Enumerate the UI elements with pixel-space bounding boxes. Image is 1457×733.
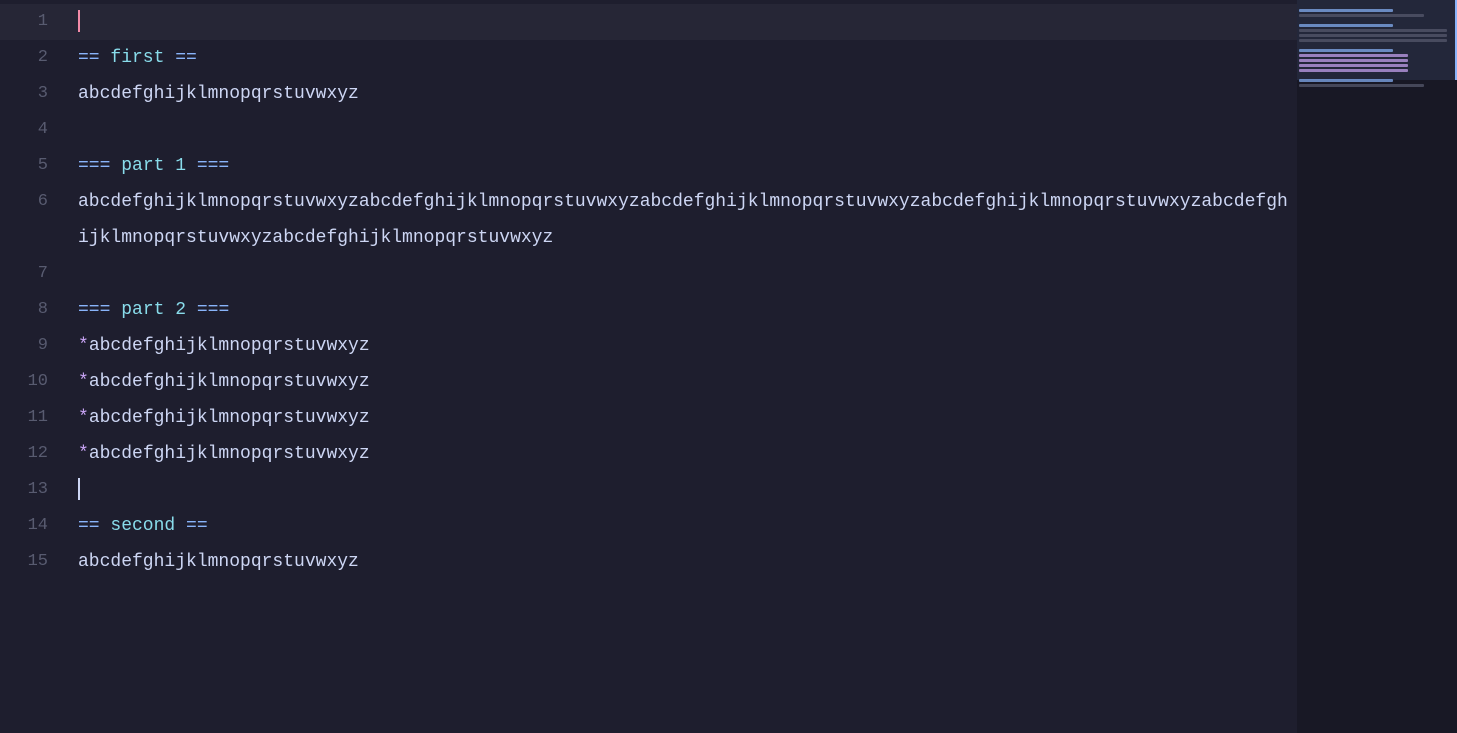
line-number-10: 10 [0,364,68,400]
line-number-9: 9 [0,328,68,364]
line-content-8: === part 2 === [68,292,1297,328]
line-content-10: *abcdefghijklmnopqrstuvwxyz [68,364,1297,400]
line-11: 11 *abcdefghijklmnopqrstuvwxyz [0,400,1297,436]
line-content-12: *abcdefghijklmnopqrstuvwxyz [68,436,1297,472]
minimap-line [1299,14,1424,17]
minimap-line [1299,84,1424,87]
line-number-1: 1 [0,4,68,40]
line-15: 15 abcdefghijklmnopqrstuvwxyz [0,544,1297,580]
line-12: 12 *abcdefghijklmnopqrstuvwxyz [0,436,1297,472]
minimap-line [1299,24,1393,27]
minimap-line [1299,69,1408,72]
line-number-5: 5 [0,148,68,184]
line-number-14: 14 [0,508,68,544]
minimap-line [1299,4,1455,7]
line-2: 2 == first == [0,40,1297,76]
line-number-12: 12 [0,436,68,472]
line-5: 5 === part 1 === [0,148,1297,184]
minimap-line [1299,19,1455,22]
line-3: 3 abcdefghijklmnopqrstuvwxyz [0,76,1297,112]
minimap-line [1299,64,1408,67]
minimap-line [1299,74,1455,77]
minimap-line [1299,44,1455,47]
line-content-6: abcdefghijklmnopqrstuvwxyzabcdefghijklmn… [68,184,1297,256]
line-13: 13 [0,472,1297,508]
line-content-3: abcdefghijklmnopqrstuvwxyz [68,76,1297,112]
line-number-13: 13 [0,472,68,508]
minimap-line [1299,9,1393,12]
line-9: 9 *abcdefghijklmnopqrstuvwxyz [0,328,1297,364]
line-number-6: 6 [0,184,68,220]
minimap-line [1299,54,1408,57]
line-number-4: 4 [0,112,68,148]
line-number-2: 2 [0,40,68,76]
minimap-line [1299,34,1447,37]
line-content-2: == first == [68,40,1297,76]
line-1: 1 [0,4,1297,40]
line-content-9: *abcdefghijklmnopqrstuvwxyz [68,328,1297,364]
line-14: 14 == second == [0,508,1297,544]
line-number-15: 15 [0,544,68,580]
editor-area[interactable]: 1 2 == first == 3 abcdefghijklmnopqrstuv… [0,0,1297,733]
line-number-3: 3 [0,76,68,112]
code-content: 1 2 == first == 3 abcdefghijklmnopqrstuv… [0,0,1297,584]
minimap[interactable] [1297,0,1457,733]
line-8: 8 === part 2 === [0,292,1297,328]
minimap-line [1299,49,1393,52]
line-number-8: 8 [0,292,68,328]
minimap-line [1299,39,1447,42]
minimap-content [1297,0,1457,93]
minimap-line [1299,79,1393,82]
line-10: 10 *abcdefghijklmnopqrstuvwxyz [0,364,1297,400]
line-7: 7 [0,256,1297,292]
minimap-line [1299,59,1408,62]
line-content-11: *abcdefghijklmnopqrstuvwxyz [68,400,1297,436]
line-number-11: 11 [0,400,68,436]
line-content-13[interactable] [68,472,1297,508]
line-6: 6 abcdefghijklmnopqrstuvwxyzabcdefghijkl… [0,184,1297,256]
line-content-4 [68,112,1297,148]
line-content-15: abcdefghijklmnopqrstuvwxyz [68,544,1297,580]
line-content-1[interactable] [68,4,1297,40]
minimap-line [1299,29,1447,32]
line-content-7 [68,256,1297,292]
line-content-5: === part 1 === [68,148,1297,184]
line-4: 4 [0,112,1297,148]
line-content-14: == second == [68,508,1297,544]
line-number-7: 7 [0,256,68,292]
